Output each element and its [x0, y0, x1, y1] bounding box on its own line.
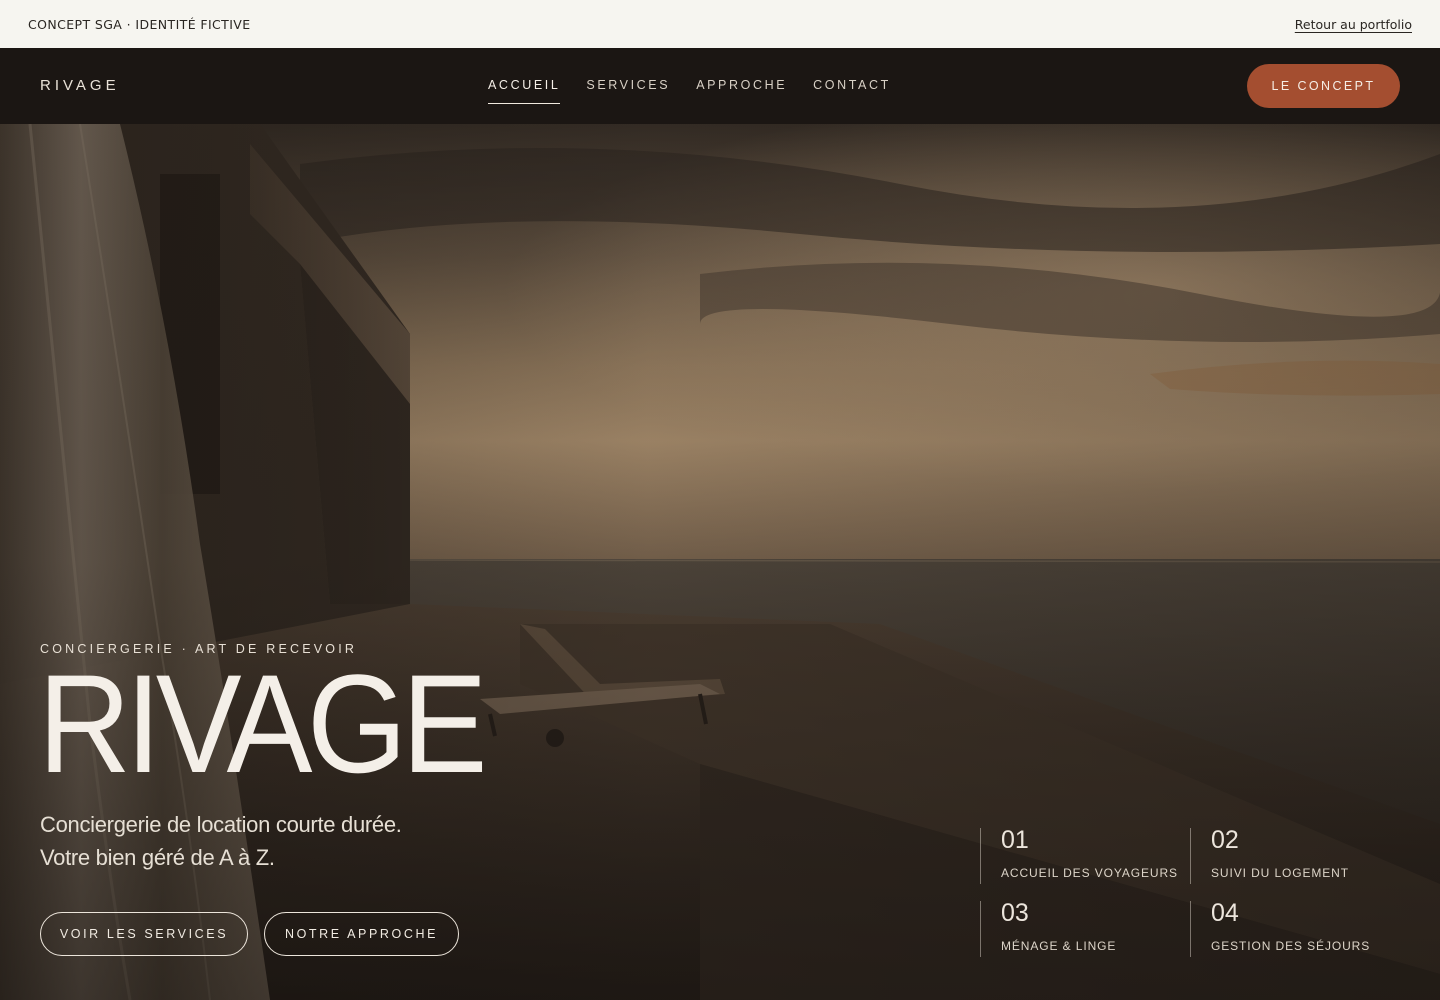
nav-item-accueil[interactable]: ACCUEIL — [488, 78, 561, 104]
hero-section: CONCIERGERIE · ART DE RECEVOIR RIVAGE Co… — [0, 124, 1440, 1000]
stat-item: 02 SUIVI DU LOGEMENT — [1190, 828, 1400, 884]
back-to-portfolio-link[interactable]: Retour au portfolio — [1295, 17, 1412, 32]
concept-button[interactable]: LE CONCEPT — [1247, 64, 1400, 108]
stat-label: SUIVI DU LOGEMENT — [1211, 866, 1349, 880]
hero-subtitle: Conciergerie de location courte durée. V… — [40, 808, 402, 874]
our-approach-button[interactable]: NOTRE APPROCHE — [264, 912, 459, 956]
stat-label: ACCUEIL DES VOYAGEURS — [1001, 866, 1178, 880]
stat-item: 01 ACCUEIL DES VOYAGEURS — [980, 828, 1190, 884]
stat-number: 02 — [1211, 826, 1239, 854]
stat-item: 04 GESTION DES SÉJOURS — [1190, 901, 1400, 957]
nav-item-contact[interactable]: CONTACT — [813, 78, 891, 104]
nav-menu: ACCUEIL SERVICES APPROCHE CONTACT — [488, 78, 917, 104]
top-strip: CONCEPT SGA · IDENTITÉ FICTIVE Retour au… — [0, 0, 1440, 48]
concept-tag: CONCEPT SGA · IDENTITÉ FICTIVE — [28, 16, 251, 32]
nav-item-approche[interactable]: APPROCHE — [696, 78, 787, 104]
hero-subtitle-line-1: Conciergerie de location courte durée. — [40, 812, 402, 837]
view-services-button[interactable]: VOIR LES SERVICES — [40, 912, 248, 956]
nav-item-services[interactable]: SERVICES — [586, 78, 670, 104]
hero-title: RIVAGE — [38, 645, 488, 802]
stat-item: 03 MÉNAGE & LINGE — [980, 901, 1190, 957]
brand-logo[interactable]: RIVAGE — [40, 77, 120, 94]
stat-label: GESTION DES SÉJOURS — [1211, 939, 1371, 953]
stat-number: 04 — [1211, 899, 1239, 927]
stat-number: 01 — [1001, 826, 1029, 854]
stat-label: MÉNAGE & LINGE — [1001, 939, 1117, 953]
hero-subtitle-line-2: Votre bien géré de A à Z. — [40, 845, 275, 870]
main-nav: RIVAGE ACCUEIL SERVICES APPROCHE CONTACT… — [0, 48, 1440, 124]
stat-number: 03 — [1001, 899, 1029, 927]
